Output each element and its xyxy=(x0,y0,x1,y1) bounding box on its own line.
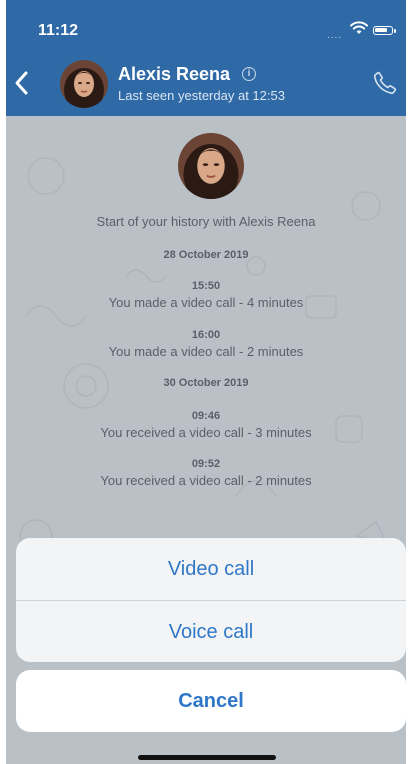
call-history-screen: 11:12 .... Alexis Reena i Last seen yest… xyxy=(0,0,412,764)
voice-call-button[interactable]: Voice call xyxy=(16,601,406,662)
contact-name[interactable]: Alexis Reena xyxy=(118,64,230,85)
battery-level xyxy=(375,28,387,32)
call-time: 16:00 xyxy=(191,329,221,341)
signal-dots: .... xyxy=(327,30,343,41)
call-time: 09:46 xyxy=(191,410,221,422)
call-time: 15:50 xyxy=(191,280,221,292)
chat-area: Start of your history with Alexis Reena … xyxy=(6,116,406,764)
video-call-button[interactable]: Video call xyxy=(16,538,406,600)
back-chevron-icon[interactable] xyxy=(12,70,32,96)
call-entry: You received a video call - 3 minutes xyxy=(100,425,312,440)
frame-edge-left xyxy=(0,0,6,764)
date-separator: 30 October 2019 xyxy=(163,377,249,389)
frame-edge-right xyxy=(406,0,412,764)
date-separator: 28 October 2019 xyxy=(163,249,249,261)
phone-icon[interactable] xyxy=(372,70,398,96)
call-entry: You received a video call - 2 minutes xyxy=(100,473,312,488)
status-bar: 11:12 .... xyxy=(0,0,412,54)
cancel-button[interactable]: Cancel xyxy=(16,670,406,732)
info-icon[interactable]: i xyxy=(242,67,256,81)
wifi-icon xyxy=(350,21,368,34)
call-action-sheet: Video call Voice call xyxy=(16,538,406,662)
chat-header: 11:12 .... Alexis Reena i Last seen yest… xyxy=(0,0,412,116)
call-time: 09:52 xyxy=(191,458,221,470)
contact-avatar-large xyxy=(178,133,244,199)
status-time: 11:12 xyxy=(38,22,79,39)
history-start-text: Start of your history with Alexis Reena xyxy=(96,214,316,229)
call-entry: You made a video call - 2 minutes xyxy=(108,344,304,359)
contact-avatar[interactable] xyxy=(60,60,108,108)
home-indicator[interactable] xyxy=(138,755,276,760)
battery-icon xyxy=(373,26,396,35)
last-seen-status: Last seen yesterday at 12:53 xyxy=(118,88,285,103)
call-entry: You made a video call - 4 minutes xyxy=(108,295,304,310)
